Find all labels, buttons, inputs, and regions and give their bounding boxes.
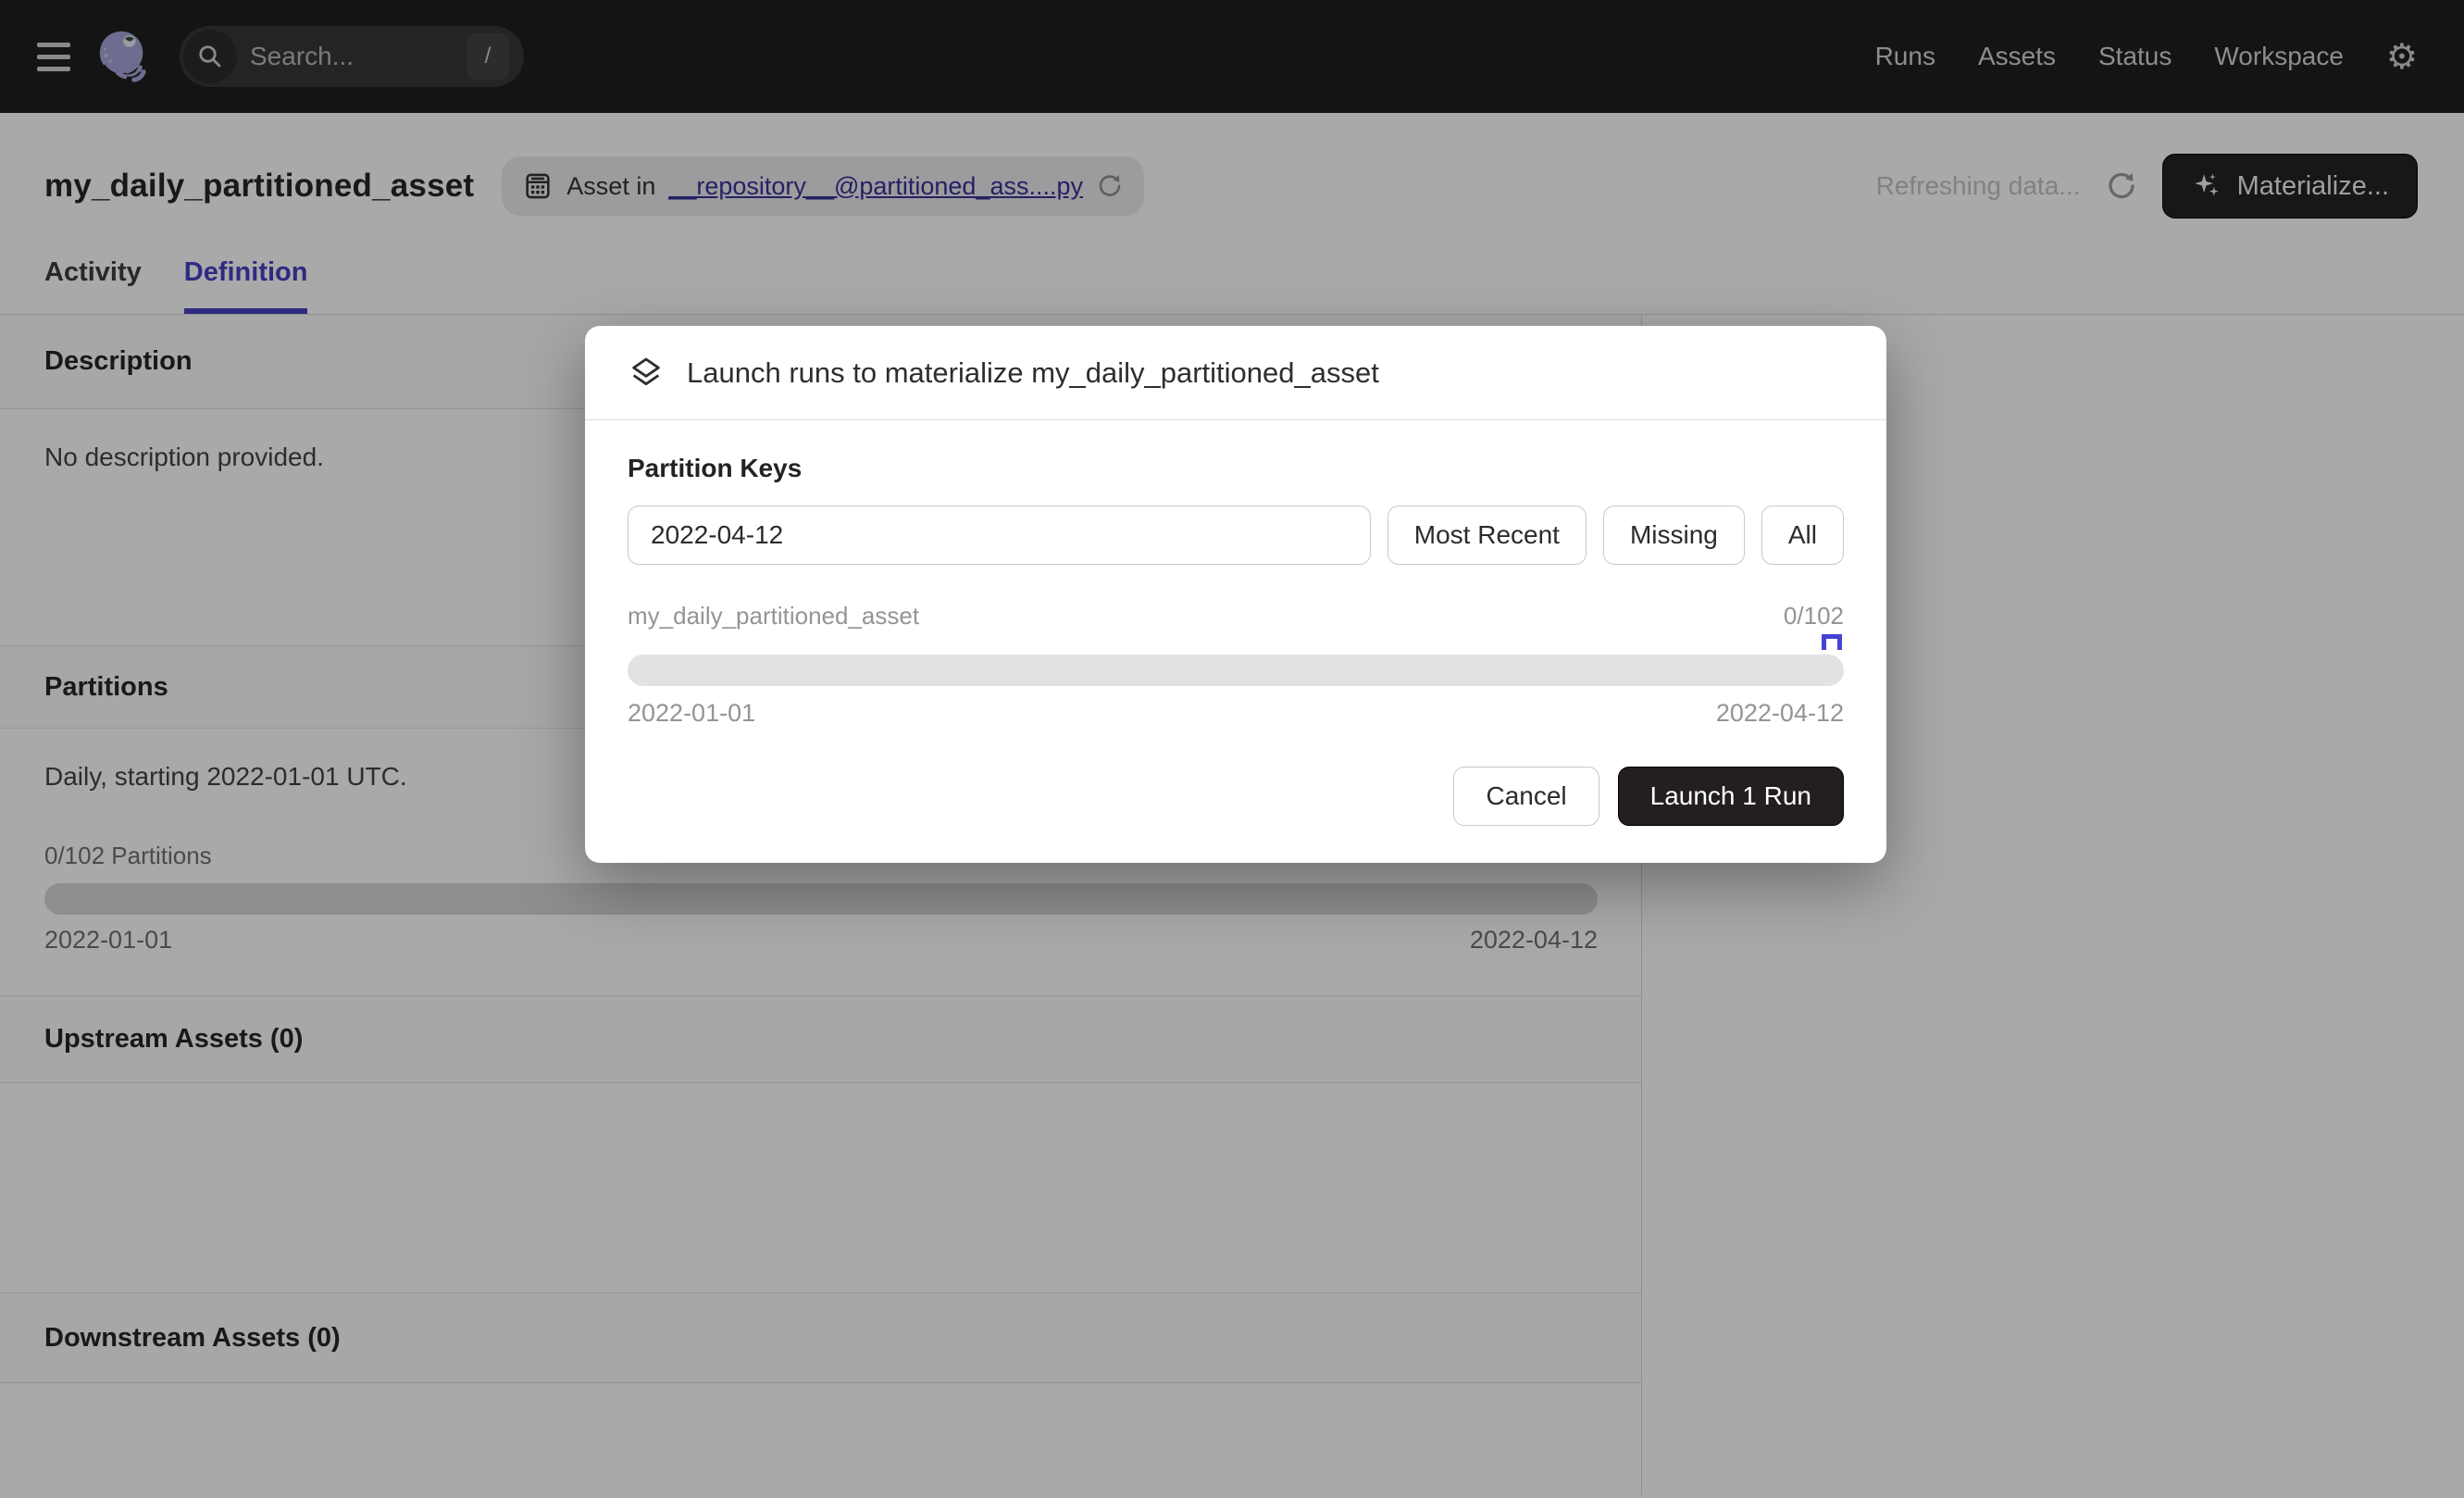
dialog-range-row: 2022-01-01 2022-04-12 xyxy=(628,699,1844,728)
cancel-button[interactable]: Cancel xyxy=(1453,767,1599,826)
partition-keys-label: Partition Keys xyxy=(628,454,1844,483)
dialog-range-start: 2022-01-01 xyxy=(628,699,755,728)
dialog-asset-row: my_daily_partitioned_asset 0/102 xyxy=(628,602,1844,630)
partition-keys-row: Most Recent Missing All xyxy=(628,506,1844,565)
dialog-partition-bar[interactable] xyxy=(628,655,1844,686)
dialog-footer: Cancel Launch 1 Run xyxy=(628,767,1844,826)
dialog-selected-count: 0/102 xyxy=(1784,602,1844,630)
selected-partition-marker xyxy=(1822,634,1842,650)
launch-runs-dialog: Launch runs to materialize my_daily_part… xyxy=(585,326,1886,863)
layers-icon xyxy=(628,355,665,392)
dialog-asset-name: my_daily_partitioned_asset xyxy=(628,602,919,630)
selection-marker-row xyxy=(628,634,1844,653)
dialog-header: Launch runs to materialize my_daily_part… xyxy=(585,326,1886,420)
most-recent-button[interactable]: Most Recent xyxy=(1388,506,1587,565)
all-button[interactable]: All xyxy=(1761,506,1844,565)
dialog-range-end: 2022-04-12 xyxy=(1716,699,1844,728)
dialog-title: Launch runs to materialize my_daily_part… xyxy=(687,356,1379,390)
dagster-app: / Runs Assets Status Workspace ⚙ my_dail… xyxy=(0,0,2464,1498)
launch-run-button[interactable]: Launch 1 Run xyxy=(1618,767,1844,826)
dialog-body: Partition Keys Most Recent Missing All m… xyxy=(585,420,1886,728)
partition-keys-input[interactable] xyxy=(628,506,1371,565)
missing-button[interactable]: Missing xyxy=(1603,506,1745,565)
